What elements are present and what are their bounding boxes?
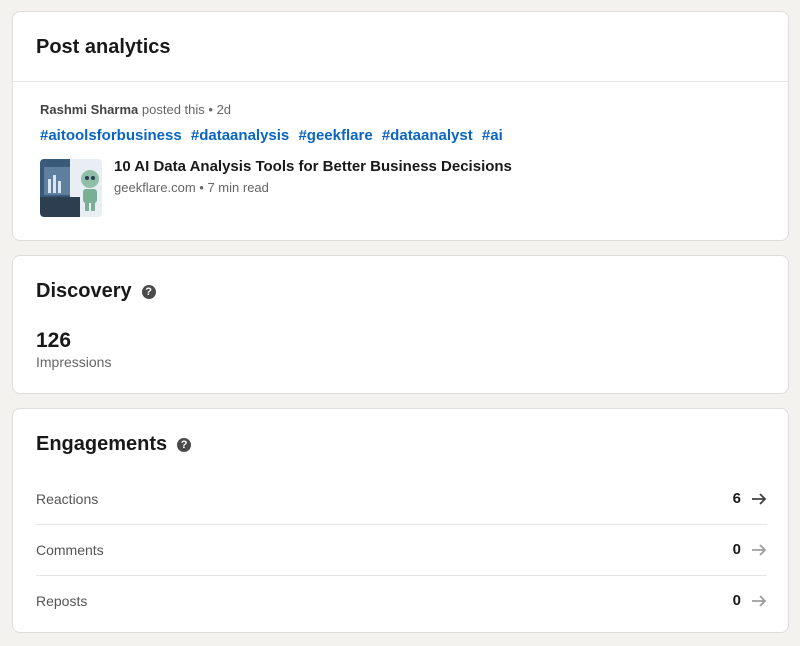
reactions-stat: 6 bbox=[733, 490, 767, 507]
comments-label: Comments bbox=[36, 541, 104, 558]
separator: • bbox=[208, 102, 213, 117]
article-read-time: 7 min read bbox=[207, 180, 269, 195]
question-circle-icon[interactable]: ? bbox=[177, 437, 192, 452]
engagements-card: Engagements ? Reactions 6 Comments 0 Rep… bbox=[12, 408, 789, 633]
article-source: geekflare.com bbox=[114, 180, 196, 195]
reposts-stat: 0 bbox=[733, 592, 767, 609]
hashtag-link[interactable]: #geekflare bbox=[298, 127, 372, 144]
author-line: Rashmi Sharma posted this • 2d bbox=[40, 102, 231, 117]
reposts-label: Reposts bbox=[36, 592, 88, 609]
impressions-value: 126 bbox=[36, 329, 72, 352]
reactions-row[interactable]: Reactions 6 bbox=[36, 473, 767, 525]
post-age: 2d bbox=[216, 102, 232, 117]
reactions-label: Reactions bbox=[36, 490, 99, 507]
hashtag-link[interactable]: #dataanalyst bbox=[382, 127, 473, 144]
reposts-row[interactable]: Reposts 0 bbox=[36, 575, 767, 626]
impressions-label: Impressions bbox=[36, 354, 112, 370]
post-analytics-title: Post analytics bbox=[36, 36, 171, 58]
engagements-header: Engagements ? bbox=[36, 433, 192, 456]
arrow-right-icon[interactable] bbox=[751, 492, 767, 506]
hashtag-link[interactable]: #ai bbox=[482, 127, 503, 144]
article-title[interactable]: 10 AI Data Analysis Tools for Better Bus… bbox=[114, 158, 512, 175]
divider bbox=[13, 81, 788, 82]
reactions-count: 6 bbox=[732, 490, 741, 507]
hashtags: #aitoolsforbusiness #dataanalysis #geekf… bbox=[40, 127, 508, 144]
comments-row[interactable]: Comments 0 bbox=[36, 524, 767, 576]
discovery-header: Discovery ? bbox=[36, 280, 156, 303]
engagements-title: Engagements bbox=[36, 433, 168, 455]
posted-text: posted this bbox=[141, 102, 205, 117]
discovery-title: Discovery bbox=[36, 280, 132, 302]
arrow-right-icon[interactable] bbox=[751, 594, 767, 608]
article-meta: geekflare.com • 7 min read bbox=[114, 180, 269, 195]
discovery-card: Discovery ? 126 Impressions bbox=[12, 255, 789, 394]
reposts-count: 0 bbox=[732, 592, 741, 609]
arrow-right-icon[interactable] bbox=[751, 543, 767, 557]
question-circle-icon[interactable]: ? bbox=[141, 284, 156, 299]
post-analytics-card: Post analytics Rashmi Sharma posted this… bbox=[12, 11, 789, 241]
article-thumbnail[interactable] bbox=[40, 159, 102, 217]
author-name[interactable]: Rashmi Sharma bbox=[40, 102, 138, 117]
comments-count: 0 bbox=[732, 541, 741, 558]
separator: • bbox=[199, 180, 204, 195]
comments-stat: 0 bbox=[733, 541, 767, 558]
hashtag-link[interactable]: #dataanalysis bbox=[191, 127, 289, 144]
hashtag-link[interactable]: #aitoolsforbusiness bbox=[40, 127, 182, 144]
